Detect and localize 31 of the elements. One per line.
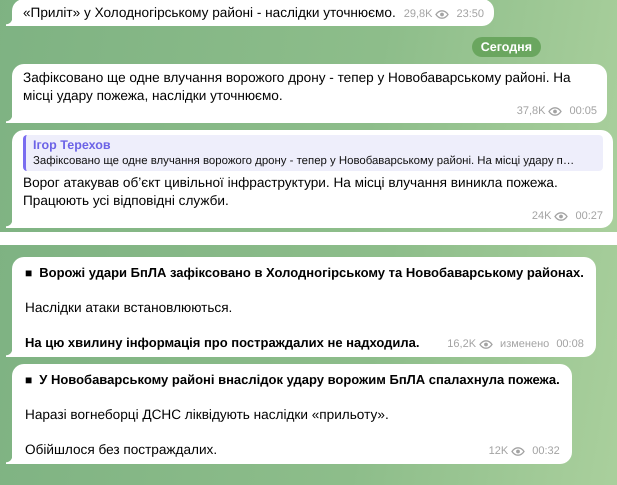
- eye-icon: [511, 447, 526, 456]
- message-time: 23:50: [456, 8, 484, 21]
- message-text: У Новобаварському районі внаслідок удару ворожим БпЛА спалахнула пожежа.: [39, 372, 560, 387]
- message-text: Наразі вогнеборці ДСНС ліквідують наслідки «прильоту».: [25, 407, 389, 422]
- reply-author: Ігор Терехов: [33, 137, 112, 153]
- eye-icon: [554, 212, 568, 221]
- reply-text: Зафіксовано ще одне влучання ворожого дрону - тепер у Новобаварському районі. На місці удару п…: [33, 154, 576, 169]
- eye-icon: [479, 340, 494, 349]
- message-time: 00:05: [569, 105, 597, 118]
- view-count: 24K: [532, 210, 552, 223]
- edited-label: изменено: [500, 338, 550, 351]
- eye-icon: [435, 10, 450, 19]
- message-text: Обійшлося без постраждалих.: [25, 442, 218, 457]
- message-time: 00:08: [556, 338, 584, 351]
- date-label: Сегодня: [472, 37, 541, 57]
- message-text: Ворог атакував об’єкт цивільної інфраструктури. На місці влучання виникла пожежа. Працюють усі відповідні служби.: [23, 175, 558, 208]
- view-count: 37,8K: [516, 105, 546, 118]
- reply-quote[interactable]: Ігор Терехов Зафіксовано ще одне влучання ворожого дрону - тепер у Новобаварському районі. На місці удару п…: [23, 135, 603, 171]
- view-count: 16,2K: [447, 338, 476, 351]
- message-text: На цю хвилину інформація про постраждалих не надходила.: [25, 335, 420, 350]
- message-time: 00:32: [532, 445, 560, 458]
- message-text: «Приліт» у Холодногірському районі - наслідки уточнюємо.: [23, 5, 396, 20]
- square-bullet: ■: [25, 373, 32, 387]
- message-text: Ворожі удари БпЛА зафіксовано в Холодногірському та Новобаварському районах.: [39, 265, 584, 280]
- square-bullet: ■: [25, 266, 32, 280]
- view-count: 29,8K: [404, 8, 432, 21]
- message-text: Наслідки атаки встановлюються.: [25, 300, 232, 315]
- message-text: Зафіксовано ще одне влучання ворожого дрону - тепер у Новобаварському районі. На місці удару пожежа, наслідки уточнюємо.: [23, 70, 571, 103]
- view-count: 12K: [488, 445, 508, 458]
- eye-icon: [548, 107, 562, 116]
- message-time: 00:27: [575, 210, 603, 223]
